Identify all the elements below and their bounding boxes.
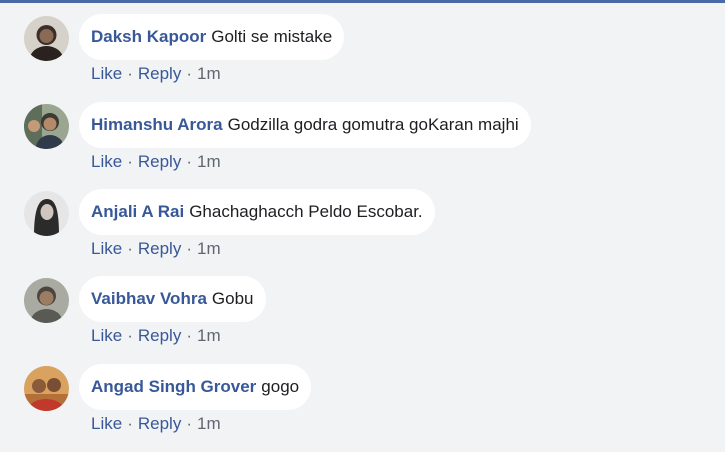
comment-text: gogo [261,377,300,396]
avatar-icon[interactable] [24,191,69,236]
separator: · [127,239,133,258]
comment-actions: Like · Reply · 1m [91,239,221,259]
comment-list: Daksh Kapoor Golti se mistake Like · Reply… [0,0,725,452]
avatar-icon[interactable] [24,104,69,149]
comment-author[interactable]: Daksh Kapoor [91,27,206,47]
avatar-icon[interactable] [24,278,69,323]
timestamp[interactable]: 1m [197,152,221,171]
comment-text: Godzilla godra gomutra goKaran majhi [227,115,519,134]
comment-item: Daksh Kapoor Golti se mistake Like · Reply… [0,0,725,87]
timestamp[interactable]: 1m [197,326,221,345]
comment-bubble: Angad Singh Grover gogo [79,364,312,410]
reply-link[interactable]: Reply [138,414,181,433]
comment-text: Ghachaghacch Peldo Escobar. [189,202,423,221]
reply-link[interactable]: Reply [138,152,181,171]
comment-item: Angad Singh Grover gogo Like · Reply · 1m [0,350,725,437]
timestamp[interactable]: 1m [197,414,221,433]
comment-actions: Like · Reply · 1m [91,64,221,84]
comment-item: Himanshu Arora Godzilla godra gomutra go… [0,88,725,175]
separator: · [127,414,133,433]
separator: · [186,326,192,345]
comment-author[interactable]: Himanshu Arora [91,115,223,135]
like-link[interactable]: Like [91,414,122,433]
like-link[interactable]: Like [91,239,122,258]
comment-author[interactable]: Vaibhav Vohra [91,289,207,309]
separator: · [186,239,192,258]
avatar-icon[interactable] [24,366,69,411]
separator: · [127,326,133,345]
like-link[interactable]: Like [91,64,122,83]
comment-item: Anjali A Rai Ghachaghacch Peldo Escobar.… [0,175,725,262]
separator: · [186,152,192,171]
comment-text: Gobu [211,289,254,308]
comment-text: Golti se mistake [211,27,333,46]
like-link[interactable]: Like [91,152,122,171]
comment-bubble: Daksh Kapoor Golti se mistake [79,14,345,60]
separator: · [186,64,192,83]
like-link[interactable]: Like [91,326,122,345]
comment-actions: Like · Reply · 1m [91,326,221,346]
comment-actions: Like · Reply · 1m [91,152,221,172]
comment-bubble: Vaibhav Vohra Gobu [79,276,266,322]
comment-item: Vaibhav Vohra Gobu Like · Reply · 1m [0,262,725,349]
comment-bubble: Anjali A Rai Ghachaghacch Peldo Escobar. [79,189,435,235]
separator: · [127,64,133,83]
comment-bubble: Himanshu Arora Godzilla godra gomutra go… [79,102,531,148]
separator: · [186,414,192,433]
reply-link[interactable]: Reply [138,326,181,345]
reply-link[interactable]: Reply [138,64,181,83]
avatar-icon[interactable] [24,16,69,61]
comment-author[interactable]: Angad Singh Grover [91,377,256,397]
comment-author[interactable]: Anjali A Rai [91,202,184,222]
timestamp[interactable]: 1m [197,64,221,83]
timestamp[interactable]: 1m [197,239,221,258]
separator: · [127,152,133,171]
reply-link[interactable]: Reply [138,239,181,258]
comment-actions: Like · Reply · 1m [91,414,221,434]
